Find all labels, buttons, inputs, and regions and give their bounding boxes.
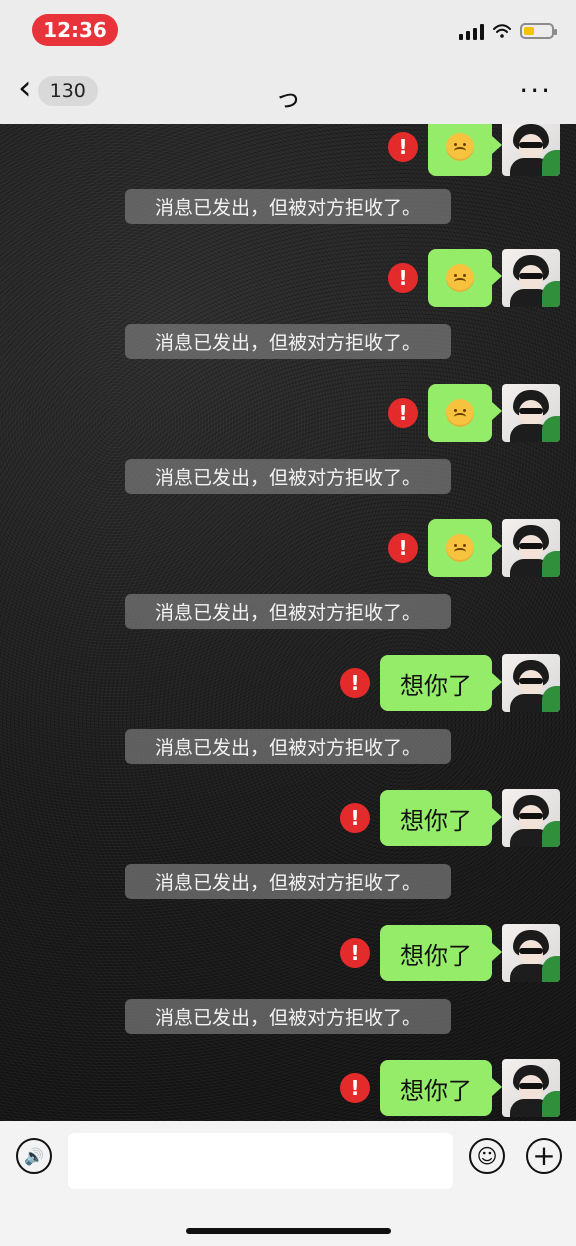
system-notice: 消息已发出，但被对方拒收了。 <box>125 999 451 1034</box>
message-text: 想你了 <box>400 806 472 835</box>
wifi-icon <box>492 23 512 39</box>
message-row: ! <box>388 519 560 577</box>
text-message-bubble[interactable]: 想你了 <box>380 1060 502 1116</box>
avatar[interactable] <box>502 924 560 982</box>
voice-icon: 🔊 <box>24 1146 44 1166</box>
system-notice: 消息已发出，但被对方拒收了。 <box>125 729 451 764</box>
warning-icon[interactable]: ! <box>340 938 370 968</box>
system-notice: 消息已发出，但被对方拒收了。 <box>125 594 451 629</box>
warning-icon[interactable]: ! <box>388 263 418 293</box>
message-row: ! 想你了 <box>340 924 560 982</box>
message-row: ! 想你了 <box>340 1059 560 1117</box>
battery-icon <box>520 23 557 39</box>
status-time: 12:36 <box>43 18 107 42</box>
chat-title: っ <box>274 84 301 114</box>
more-button[interactable]: ··· <box>519 74 552 107</box>
warning-icon[interactable]: ! <box>340 803 370 833</box>
system-notice: 消息已发出，但被对方拒收了。 <box>125 864 451 899</box>
warning-icon[interactable]: ! <box>388 398 418 428</box>
system-notice: 消息已发出，但被对方拒收了。 <box>125 459 451 494</box>
avatar[interactable] <box>502 654 560 712</box>
message-row: ! <box>388 124 560 176</box>
emoji-message-bubble[interactable] <box>428 124 502 176</box>
sad-face-icon <box>446 133 474 161</box>
text-message-bubble[interactable]: 想你了 <box>380 925 502 981</box>
top-bar: 12:36 ‹ 130 っ ··· <box>0 0 576 124</box>
message-row: ! 想你了 <box>340 654 560 712</box>
emoji-message-bubble[interactable] <box>428 249 502 307</box>
text-message-bubble[interactable]: 想你了 <box>380 655 502 711</box>
avatar[interactable] <box>502 124 560 176</box>
smile-icon: ☺ <box>476 1144 498 1168</box>
voice-input-button[interactable]: 🔊 <box>16 1138 52 1174</box>
warning-icon[interactable]: ! <box>340 1073 370 1103</box>
message-input[interactable] <box>68 1133 453 1189</box>
avatar[interactable] <box>502 1059 560 1117</box>
avatar[interactable] <box>502 789 560 847</box>
emoji-button[interactable]: ☺ <box>469 1138 505 1174</box>
message-text: 想你了 <box>400 1076 472 1105</box>
emoji-message-bubble[interactable] <box>428 519 502 577</box>
sad-face-icon <box>446 534 474 562</box>
plus-button[interactable]: + <box>526 1138 562 1174</box>
warning-icon[interactable]: ! <box>388 533 418 563</box>
chat-area[interactable]: ! 消息已发出，但被对方拒收了。 ! 消息已发出，但被对方拒收了。 ! 消息已发… <box>0 124 576 1121</box>
text-message-bubble[interactable]: 想你了 <box>380 790 502 846</box>
system-notice: 消息已发出，但被对方拒收了。 <box>125 189 451 224</box>
avatar[interactable] <box>502 519 560 577</box>
avatar[interactable] <box>502 249 560 307</box>
status-time-pill: 12:36 <box>32 14 118 46</box>
message-text: 想你了 <box>400 671 472 700</box>
warning-icon[interactable]: ! <box>340 668 370 698</box>
status-icons <box>459 22 557 40</box>
system-notice: 消息已发出，但被对方拒收了。 <box>125 324 451 359</box>
signal-icon <box>459 22 484 40</box>
message-row: ! <box>388 249 560 307</box>
home-indicator <box>186 1228 391 1234</box>
warning-icon[interactable]: ! <box>388 132 418 162</box>
message-row: ! 想你了 <box>340 789 560 847</box>
emoji-message-bubble[interactable] <box>428 384 502 442</box>
plus-icon: + <box>532 1139 556 1172</box>
message-row: ! <box>388 384 560 442</box>
sad-face-icon <box>446 399 474 427</box>
message-text: 想你了 <box>400 941 472 970</box>
sad-face-icon <box>446 264 474 292</box>
avatar[interactable] <box>502 384 560 442</box>
